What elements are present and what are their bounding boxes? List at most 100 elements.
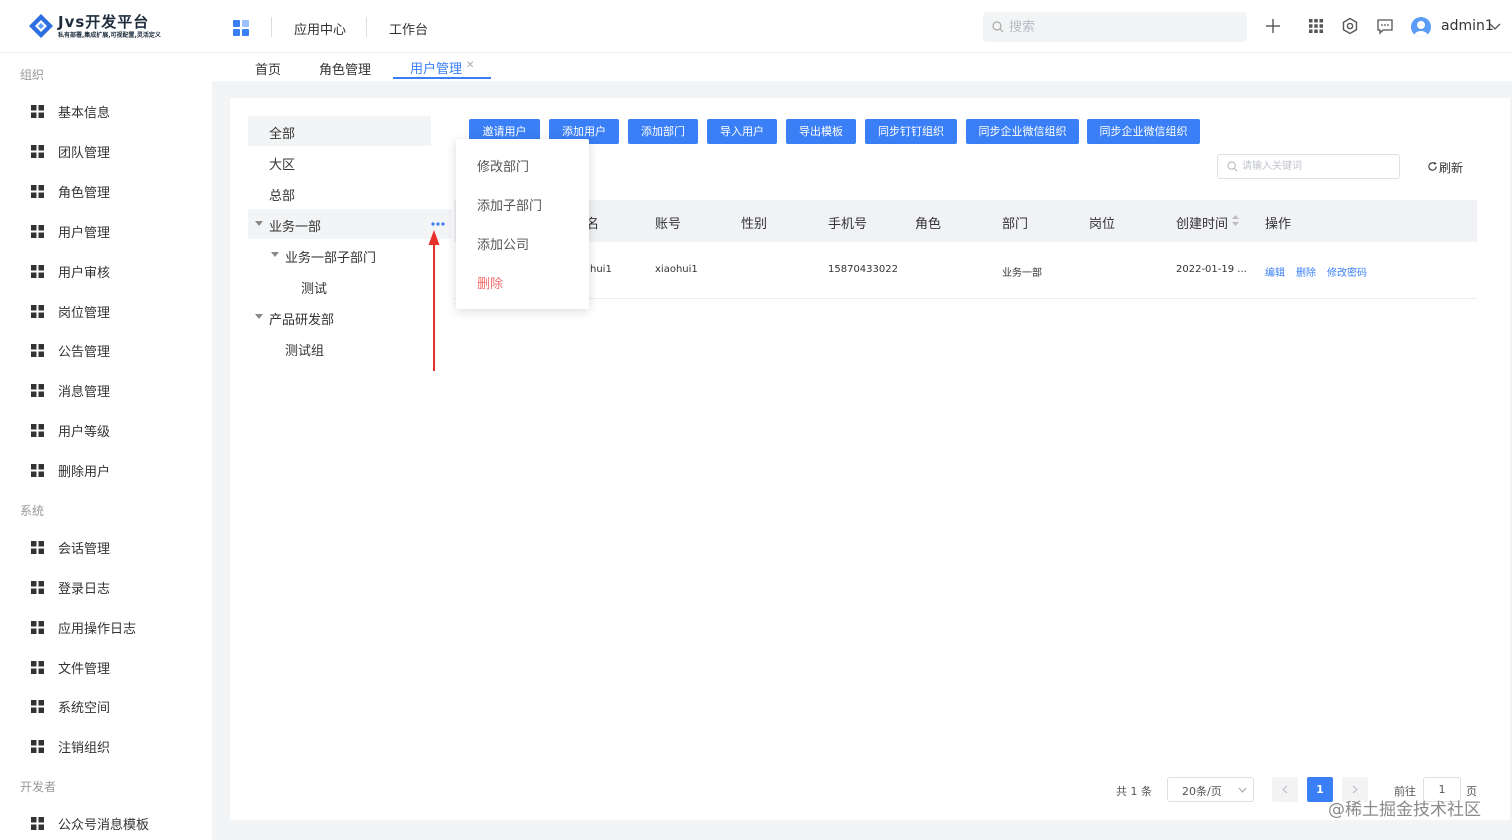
- sidebar-item[interactable]: 公告管理: [0, 333, 212, 367]
- change-password-link[interactable]: 修改密码: [1327, 264, 1367, 279]
- tab-user-management[interactable]: 用户管理: [410, 58, 462, 77]
- logo[interactable]: Jvs开发平台 私有部署,集成扩展,可视配置,灵活定义: [28, 11, 188, 43]
- sidebar-item[interactable]: 消息管理: [0, 373, 212, 407]
- menu-edit-department[interactable]: 修改部门: [477, 156, 529, 175]
- sidebar-item[interactable]: 注销组织: [0, 729, 212, 763]
- column-header: 部门: [1002, 217, 1029, 232]
- context-menu: 修改部门 添加子部门 添加公司 删除: [456, 139, 589, 309]
- caret-down-icon[interactable]: [271, 252, 279, 258]
- sort-icon[interactable]: [1231, 214, 1240, 227]
- global-search-input[interactable]: [1009, 12, 1239, 42]
- grid-icon: [31, 225, 44, 238]
- grid-icon: [31, 700, 44, 713]
- chevron-down-icon: [1238, 787, 1247, 793]
- action-button[interactable]: 同步企业微信组织: [1087, 119, 1200, 144]
- tree-node[interactable]: 总部: [248, 178, 452, 208]
- prev-page-button[interactable]: [1272, 777, 1298, 802]
- username[interactable]: admin1: [1441, 18, 1494, 34]
- column-header: 操作: [1265, 217, 1292, 232]
- sidebar-item[interactable]: 用户审核: [0, 254, 212, 288]
- nav-app-center[interactable]: 应用中心: [294, 19, 346, 38]
- action-button[interactable]: 导出模板: [786, 119, 856, 144]
- search-icon: [992, 21, 1004, 33]
- table-cell-phone: 15870433022: [828, 264, 898, 275]
- menu-add-sub-department[interactable]: 添加子部门: [477, 195, 542, 214]
- sidebar-item-label: 用户管理: [58, 226, 111, 241]
- action-button[interactable]: 同步企业微信组织: [966, 119, 1079, 144]
- grid-icon: [31, 344, 44, 357]
- grid-icon: [31, 661, 44, 674]
- logo-diamond-icon: [29, 14, 53, 38]
- menu-add-company[interactable]: 添加公司: [477, 234, 529, 253]
- tree-node[interactable]: 大区: [248, 147, 452, 177]
- sidebar-item-label: 删除用户: [58, 465, 111, 480]
- sidebar-item[interactable]: 系统空间: [0, 689, 212, 723]
- pagination-total: 共 1 条: [1116, 785, 1152, 798]
- sidebar-item[interactable]: 文件管理: [0, 650, 212, 684]
- table-cell-created: 2022-01-19 ...: [1176, 264, 1247, 275]
- sidebar-item[interactable]: 删除用户: [0, 453, 212, 487]
- keyword-search[interactable]: [1217, 154, 1400, 179]
- nav-workbench[interactable]: 工作台: [389, 19, 428, 38]
- refresh-button[interactable]: 刷新: [1439, 159, 1463, 176]
- sidebar-item[interactable]: 登录日志: [0, 570, 212, 604]
- grid-icon: [31, 185, 44, 198]
- tab-close-icon[interactable]: ✕: [466, 60, 474, 71]
- sidebar-item[interactable]: 团队管理: [0, 134, 212, 168]
- column-header: 创建时间: [1176, 217, 1229, 232]
- more-options-icon[interactable]: [430, 219, 446, 229]
- tree-node[interactable]: 测试组: [248, 333, 452, 363]
- edit-link[interactable]: 编辑: [1265, 264, 1285, 279]
- tree-node[interactable]: 产品研发部: [248, 302, 452, 332]
- gear-icon[interactable]: [1341, 17, 1359, 35]
- tree-node-label: 业务一部: [269, 220, 322, 235]
- table-cell-name: hui1: [590, 264, 612, 275]
- tab-home[interactable]: 首页: [255, 59, 281, 78]
- search-icon: [1227, 161, 1238, 172]
- caret-down-icon[interactable]: [255, 314, 263, 320]
- sidebar-item[interactable]: 岗位管理: [0, 294, 212, 328]
- tree-node[interactable]: 业务一部子部门: [248, 240, 452, 270]
- menu-delete[interactable]: 删除: [477, 273, 503, 292]
- action-button[interactable]: 同步钉钉组织: [865, 119, 957, 144]
- sidebar-item-label: 登录日志: [58, 582, 111, 597]
- sidebar-item[interactable]: 公众号消息模板: [0, 806, 212, 840]
- grid-icon: [31, 817, 44, 830]
- sidebar-item[interactable]: 用户管理: [0, 214, 212, 248]
- action-button[interactable]: 添加部门: [628, 119, 698, 144]
- keyword-input[interactable]: [1242, 155, 1392, 178]
- column-header: 账号: [655, 217, 682, 232]
- sidebar-item[interactable]: 基本信息: [0, 94, 212, 128]
- sidebar-item[interactable]: 用户等级: [0, 413, 212, 447]
- tree-node-label: 产品研发部: [269, 313, 335, 328]
- message-icon[interactable]: [1376, 17, 1394, 35]
- tree-node[interactable]: 业务一部: [248, 209, 452, 239]
- sidebar-item-label: 消息管理: [58, 385, 111, 400]
- top-header: Jvs开发平台 私有部署,集成扩展,可视配置,灵活定义 应用中心 工作台 搜索 …: [0, 0, 1512, 53]
- global-search[interactable]: [983, 12, 1247, 42]
- user-avatar-icon: [1414, 21, 1428, 37]
- column-header: 手机号: [828, 217, 868, 232]
- avatar[interactable]: [1411, 17, 1431, 37]
- delete-link[interactable]: 删除: [1296, 264, 1316, 279]
- sidebar-item[interactable]: 会话管理: [0, 530, 212, 564]
- page-size-select[interactable]: 20条/页: [1167, 777, 1254, 802]
- tab-role-management[interactable]: 角色管理: [319, 59, 371, 78]
- tree-node[interactable]: 全部: [248, 116, 431, 146]
- column-header: 角色: [915, 217, 942, 232]
- caret-down-icon[interactable]: [255, 221, 263, 227]
- tree-node[interactable]: 测试: [248, 271, 452, 301]
- sidebar-item[interactable]: 应用操作日志: [0, 610, 212, 644]
- tree-node-label: 测试: [301, 282, 328, 297]
- sidebar-item-label: 会话管理: [58, 542, 111, 557]
- grid-apps-icon[interactable]: [1307, 17, 1325, 35]
- action-button[interactable]: 导入用户: [707, 119, 777, 144]
- plus-icon[interactable]: [1264, 17, 1282, 35]
- chevron-right-icon: [1352, 785, 1358, 794]
- sidebar-item[interactable]: 角色管理: [0, 174, 212, 208]
- chevron-down-icon[interactable]: [1489, 22, 1501, 32]
- sidebar-item-label: 角色管理: [58, 186, 111, 201]
- app-switcher-icon[interactable]: [233, 20, 249, 36]
- tree-node-label: 测试组: [285, 344, 325, 359]
- refresh-icon[interactable]: [1427, 161, 1438, 172]
